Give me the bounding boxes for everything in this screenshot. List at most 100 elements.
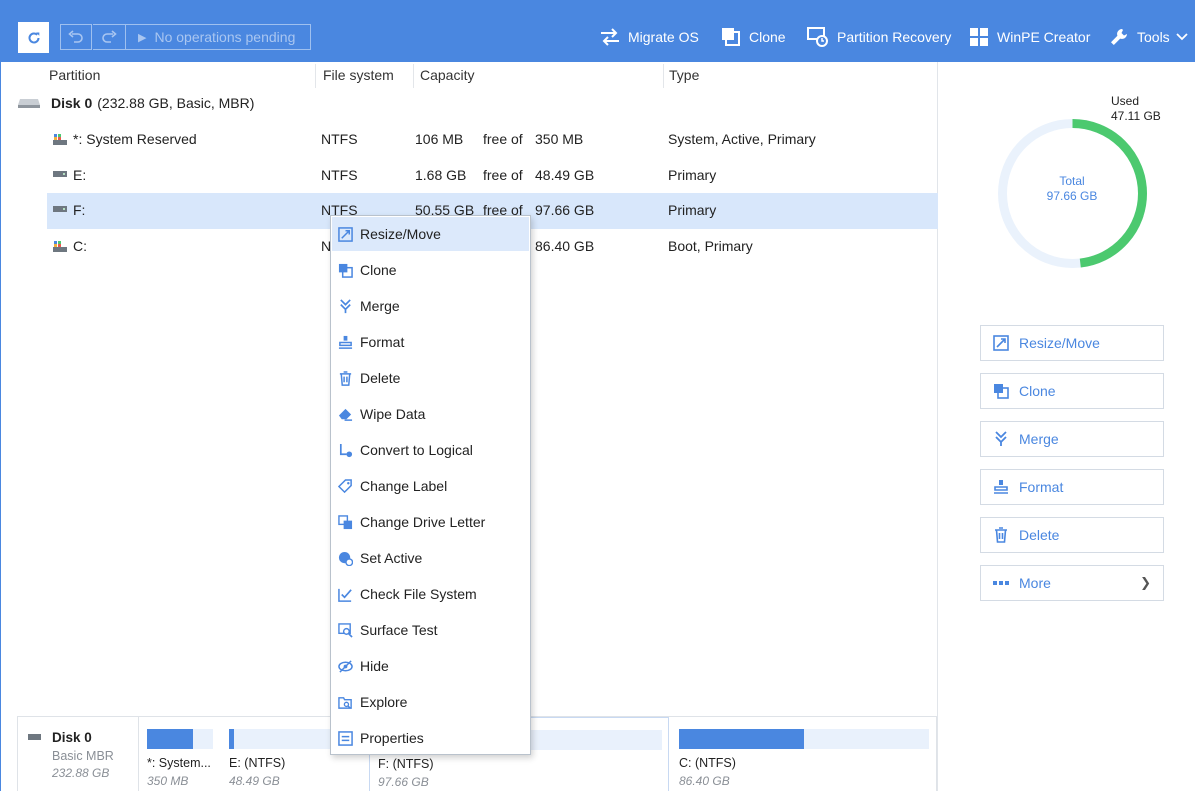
undo-button[interactable] [60,24,92,50]
partition-usage-fill [679,729,804,749]
refresh-icon [28,31,39,43]
menu-item-format[interactable]: Format [332,325,529,359]
partition-type: Boot, Primary [668,238,753,254]
partition-map-size: 86.40 GB [679,774,730,788]
partition-name: C: [73,238,87,254]
partition-usage-bar [679,729,929,749]
menu-item-convert-to-logical[interactable]: Convert to Logical [332,433,529,467]
convert-icon [339,443,353,457]
chevron-right-icon: ❯ [1140,575,1151,590]
partition-name: E: [73,167,87,183]
partition-fs: NTFS [321,167,358,183]
used-label: Used [1111,94,1140,108]
drive-icon [53,206,67,212]
menu-item-surface-test[interactable]: Surface Test [332,613,529,647]
partition-free-of: free of [483,167,523,183]
partition-usage-fill [147,729,194,749]
menu-item-properties[interactable]: Properties [332,721,529,755]
winpe-creator-button[interactable]: WinPE Creator [969,24,1090,50]
format-button[interactable]: Format [980,469,1164,505]
table-row[interactable]: *: System Reserved NTFS 106 MB free of 3… [47,122,938,158]
column-divider [413,64,414,88]
clone-button[interactable]: Clone [980,373,1164,409]
partition-total: 97.66 GB [535,202,595,218]
format-icon [994,480,1008,494]
menu-item-delete[interactable]: Delete [332,361,529,395]
column-header-filesystem[interactable]: File system [323,67,394,83]
column-header-type[interactable]: Type [669,67,699,83]
tag-icon [338,478,352,493]
used-value: 47.11 GB [1111,109,1161,123]
more-dots-icon [993,581,1009,585]
windows-icon [970,28,988,46]
partition-map-label: *: System... [147,756,211,770]
partition-recovery-button[interactable]: Partition Recovery [807,24,951,50]
merge-button[interactable]: Merge [980,421,1164,457]
tools-menu-button[interactable]: Tools [1109,24,1188,50]
resize-move-button[interactable]: Resize/Move [980,325,1164,361]
partition-type: System, Active, Primary [668,131,816,147]
set-active-icon [338,551,353,566]
menu-item-merge[interactable]: Merge [332,289,529,323]
refresh-button[interactable] [18,22,49,53]
partition-total: 48.49 GB [535,167,595,183]
partition-type: Primary [668,167,717,183]
menu-item-explore[interactable]: Explore [332,685,529,719]
wrench-icon [1111,29,1127,45]
disk-info: (232.88 GB, Basic, MBR) [97,95,255,111]
menu-item-hide[interactable]: Hide [332,649,529,683]
disk-map-name: Disk 0 [52,730,92,745]
hard-disk-icon [28,734,41,740]
drive-letter-icon [338,514,353,529]
total-label: Total [1059,174,1085,188]
redo-button[interactable] [93,24,126,50]
menu-item-change-label[interactable]: Change Label [332,469,529,503]
hide-icon [338,659,353,673]
trash-icon [995,527,1007,543]
migrate-icon [601,28,619,46]
disk-map-partition[interactable]: *: System... 350 MB [139,717,219,791]
system-partition-icon [53,241,67,252]
hard-disk-icon [18,99,40,108]
menu-item-clone[interactable]: Clone [332,253,529,287]
resize-icon [993,335,1009,351]
partition-map-label: C: (NTFS) [679,756,736,770]
menu-item-resize-move[interactable]: Resize/Move [332,217,529,251]
table-row[interactable]: E: NTFS 1.68 GB free of 48.49 GB Primary [47,158,938,194]
disk-map-partition[interactable]: C: (NTFS) 86.40 GB [671,717,935,791]
menu-item-wipe-data[interactable]: Wipe Data [332,397,529,431]
format-icon [338,335,353,349]
partition-name: F: [73,202,86,218]
partition-name: *: System Reserved [73,131,197,147]
column-divider [663,64,664,88]
disk-map-type: Basic MBR [52,749,114,763]
migrate-os-button[interactable]: Migrate OS [600,24,699,50]
disk-row[interactable]: Disk 0 (232.88 GB, Basic, MBR) [17,95,254,111]
clone-icon [338,263,353,278]
disk-name: Disk 0 [51,95,93,111]
clone-icon [722,28,740,46]
menu-item-change-drive-letter[interactable]: Change Drive Letter [332,505,529,539]
apply-pending-button[interactable]: ▶ No operations pending [126,24,311,50]
partition-map-size: 350 MB [147,774,189,788]
play-icon: ▶ [138,31,147,44]
partition-fs: NTFS [321,131,358,147]
redo-icon [102,30,117,43]
context-menu: Resize/Move Clone Merge Format Delete Wi… [330,215,531,755]
column-header-partition[interactable]: Partition [49,67,100,83]
disk-map-disk[interactable]: Disk 0 Basic MBR 232.88 GB [18,717,139,791]
drive-icon [53,171,67,177]
partition-map-label: E: (NTFS) [229,756,286,770]
total-value: 97.66 GB [1046,189,1098,203]
menu-item-set-active[interactable]: Set Active [332,541,529,575]
more-button[interactable]: More ❯ [980,565,1164,601]
column-divider [315,64,316,88]
column-header-capacity[interactable]: Capacity [420,67,474,83]
pending-label: No operations pending [154,29,296,45]
merge-icon [995,431,1007,446]
menu-item-check-file-system[interactable]: Check File System [332,577,529,611]
right-panel: Used 47.11 GB Total 97.66 GB Resize/Move… [939,62,1195,791]
clone-toolbar-button[interactable]: Clone [721,24,786,50]
resize-icon [338,226,353,242]
delete-button[interactable]: Delete [980,517,1164,553]
